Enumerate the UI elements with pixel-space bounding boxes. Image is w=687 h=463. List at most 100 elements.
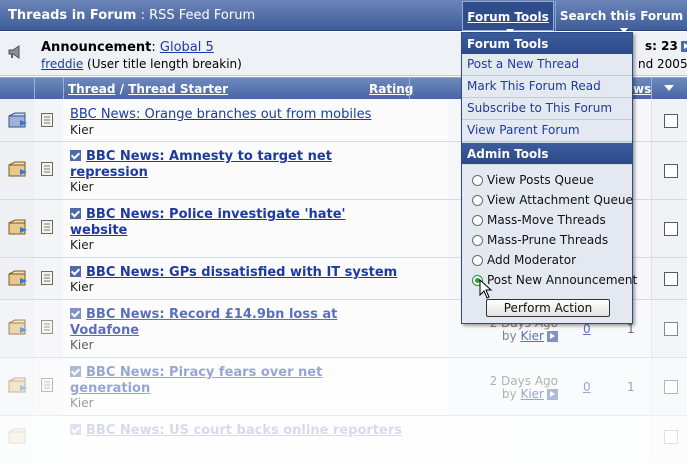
- radio-button[interactable]: [472, 215, 483, 226]
- thread-starter: Kier: [70, 280, 94, 294]
- column-divider: [34, 78, 35, 100]
- sort-rating-link[interactable]: Rating: [369, 82, 413, 96]
- announcement-date: nd 2005: [638, 57, 687, 71]
- thread-starter-sort-label[interactable]: Thread Starter: [128, 82, 228, 96]
- announcement-colon: :: [151, 40, 160, 55]
- thread-title-text[interactable]: BBC News: Police investigate 'hate' webs…: [70, 207, 346, 238]
- document-icon: [41, 113, 53, 127]
- checkmark-icon: [70, 150, 81, 161]
- thread-title-link[interactable]: BBC News: US court backs online reporter…: [70, 423, 410, 439]
- forum-tools-label: Forum Tools: [467, 10, 549, 24]
- last-post-date: 2 Days Ago: [489, 374, 558, 388]
- thread-title-link[interactable]: BBC News: Piracy fears over net generati…: [70, 365, 360, 397]
- announcement-link[interactable]: Global 5: [160, 40, 214, 55]
- replies-count[interactable]: 0: [583, 380, 591, 394]
- thread-hot-folder-icon: [8, 270, 27, 286]
- thread-title-text[interactable]: BBC News: Amnesty to target net repressi…: [70, 149, 332, 180]
- thread-sort-label[interactable]: Thread: [68, 82, 115, 96]
- last-post-user-link[interactable]: Kier: [520, 329, 544, 343]
- radio-post-new-announcement[interactable]: Post New Announcement: [472, 273, 637, 287]
- announcement-author-note: (User title length breakin): [83, 57, 242, 71]
- thread-select-checkbox[interactable]: [664, 272, 678, 286]
- radio-button[interactable]: [472, 235, 483, 246]
- sort-thread-link[interactable]: Thread / Thread Starter: [68, 82, 228, 96]
- radio-view-attachment-queue[interactable]: View Attachment Queue: [472, 193, 633, 207]
- search-forum-label: Search this Forum: [559, 9, 684, 23]
- thread-title-link[interactable]: BBC News: Amnesty to target net repressi…: [70, 149, 350, 181]
- last-post-user-link[interactable]: Kier: [520, 387, 544, 401]
- menu-item-subscribe-forum[interactable]: Subscribe to This Forum: [462, 98, 632, 120]
- thread-new-folder-icon: [8, 112, 27, 128]
- radio-add-moderator[interactable]: Add Moderator: [472, 253, 576, 267]
- chevron-down-icon[interactable]: [664, 85, 674, 91]
- radio-mass-prune-threads[interactable]: Mass-Prune Threads: [472, 233, 608, 247]
- go-arrow-icon[interactable]: [547, 331, 558, 342]
- go-arrow-icon[interactable]: [680, 41, 687, 52]
- checkmark-icon: [70, 208, 81, 219]
- thread-hot-folder-icon: [8, 319, 27, 335]
- perform-action-button[interactable]: Perform Action: [486, 299, 610, 317]
- views-count: 1: [627, 322, 635, 336]
- title-separator: :: [136, 8, 150, 23]
- thread-starter: Kier: [70, 238, 94, 252]
- thread-select-checkbox[interactable]: [664, 322, 678, 336]
- thread-starter: Kier: [70, 180, 94, 194]
- thread-select-checkbox[interactable]: [664, 164, 678, 178]
- announcement-author-link[interactable]: freddie: [41, 57, 83, 71]
- radio-label: Mass-Move Threads: [487, 213, 606, 227]
- thread-title-text[interactable]: BBC News: Record £14.9bn loss at Vodafon…: [70, 307, 337, 338]
- thread-hot-folder-icon: [8, 428, 26, 444]
- search-forum-button[interactable]: Search this Forum: [555, 1, 687, 33]
- menu-item-view-parent-forum[interactable]: View Parent Forum: [462, 120, 632, 142]
- forum-tools-button[interactable]: Forum Tools: [462, 1, 554, 34]
- document-icon: [41, 271, 53, 285]
- icon-cell: [34, 416, 64, 463]
- thread-hot-folder-icon: [8, 377, 27, 393]
- announcement-author-line: freddie (User title length breakin): [41, 57, 242, 71]
- last-post-by-label: by: [501, 329, 521, 343]
- thread-select-checkbox[interactable]: [664, 114, 678, 128]
- thread-select-checkbox[interactable]: [664, 380, 678, 394]
- admin-tools-menu-header: Admin Tools: [462, 143, 632, 164]
- radio-label: Add Moderator: [487, 253, 577, 267]
- views-count: 1: [627, 380, 635, 394]
- thread-title-text[interactable]: BBC News: Piracy fears over net generati…: [70, 365, 322, 396]
- replies-count[interactable]: 0: [583, 322, 591, 336]
- thread-title-link[interactable]: BBC News: Orange branches out from mobil…: [70, 107, 371, 123]
- column-divider: [409, 78, 410, 100]
- radio-view-posts-queue[interactable]: View Posts Queue: [472, 173, 594, 187]
- radio-mass-move-threads[interactable]: Mass-Move Threads: [472, 213, 606, 227]
- thread-title-text[interactable]: BBC News: US court backs online reporter…: [86, 423, 402, 438]
- checkmark-icon: [70, 424, 81, 435]
- radio-label: View Posts Queue: [487, 173, 594, 187]
- thread-select-checkbox[interactable]: [664, 430, 678, 444]
- page-title: Threads in Forum : RSS Feed Forum: [8, 8, 255, 23]
- forum-header-bar: Threads in Forum : RSS Feed Forum Forum …: [0, 0, 687, 34]
- forum-name: RSS Feed Forum: [149, 8, 256, 23]
- forum-tools-menu-header: Forum Tools: [462, 33, 632, 54]
- radio-label: Mass-Prune Threads: [487, 233, 609, 247]
- announcement-label: Announcement: [41, 40, 152, 55]
- radio-button[interactable]: [472, 195, 483, 206]
- checkmark-icon: [70, 308, 81, 319]
- menu-item-post-new-thread[interactable]: Post a New Thread: [462, 54, 632, 76]
- column-divider: [63, 78, 64, 100]
- document-icon: [41, 320, 53, 334]
- sort-views-link[interactable]: ws: [633, 82, 651, 96]
- thread-title-link[interactable]: BBC News: GPs dissatisfied with IT syste…: [70, 265, 397, 281]
- go-arrow-icon[interactable]: [547, 389, 558, 400]
- thread-title-link[interactable]: BBC News: Police investigate 'hate' webs…: [70, 207, 350, 239]
- thread-select-checkbox[interactable]: [664, 222, 678, 236]
- radio-button[interactable]: [472, 175, 483, 186]
- thread-starter: Kier: [70, 396, 94, 410]
- announcement-views: s: 23: [645, 39, 687, 53]
- thread-title-link[interactable]: BBC News: Record £14.9bn loss at Vodafon…: [70, 307, 360, 339]
- last-post-by-label: by: [501, 387, 521, 401]
- menu-item-mark-forum-read[interactable]: Mark This Forum Read: [462, 76, 632, 98]
- radio-button[interactable]: [472, 255, 483, 266]
- document-icon: [41, 378, 53, 392]
- last-post-by: by Kier: [480, 387, 558, 401]
- thread-title-text[interactable]: BBC News: GPs dissatisfied with IT syste…: [86, 265, 397, 280]
- mouse-cursor-icon: [479, 279, 493, 299]
- thread-starter: Kier: [70, 338, 94, 352]
